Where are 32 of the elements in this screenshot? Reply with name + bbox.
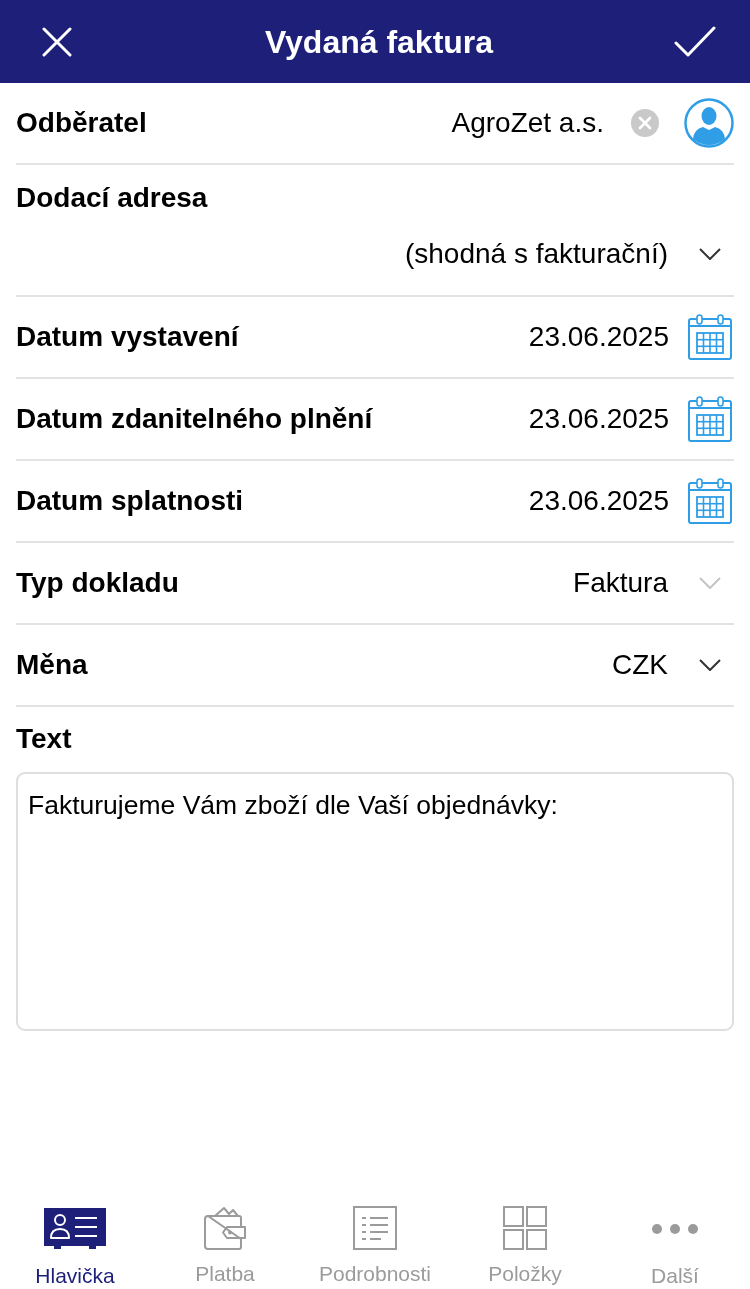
date-value[interactable]: 23.06.2025: [528, 320, 669, 354]
id-card-icon: [44, 1207, 106, 1251]
clear-icon[interactable]: [631, 109, 659, 137]
grid-icon: [503, 1206, 547, 1250]
field-label: Text: [16, 722, 73, 756]
select-value: Faktura: [573, 566, 668, 600]
more-icon: [652, 1223, 698, 1235]
date-value[interactable]: 23.06.2025: [528, 402, 669, 436]
chevron-down-icon[interactable]: [699, 248, 721, 260]
calendar-icon[interactable]: [688, 396, 732, 442]
check-icon[interactable]: [674, 25, 716, 58]
tab[interactable]: Hlavička: [0, 1206, 150, 1289]
avatar-icon[interactable]: [684, 98, 734, 148]
calendar-icon[interactable]: [688, 478, 732, 524]
field-label: Dodací adresa: [16, 181, 209, 215]
page-title: Vydaná faktura: [264, 22, 494, 62]
chevron-down-icon[interactable]: [699, 659, 721, 671]
wallet-icon: [203, 1206, 247, 1250]
close-icon[interactable]: [42, 26, 72, 57]
date-value[interactable]: 23.06.2025: [528, 484, 669, 518]
calendar-icon[interactable]: [688, 314, 732, 360]
text-area[interactable]: Fakturujeme Vám zboží dle Vaší objednávky:: [16, 772, 734, 1031]
field-label: Datum splatnosti: [16, 484, 244, 518]
list-icon: [353, 1206, 397, 1250]
field-label: Měna: [16, 648, 88, 682]
select-value[interactable]: CZK: [612, 648, 668, 682]
field-label: Odběratel: [16, 106, 147, 140]
field-label: Datum zdanitelného plnění: [16, 402, 373, 436]
field-label: Typ dokladu: [16, 566, 179, 600]
customer-name: AgroZet a.s.: [451, 106, 604, 140]
field-label: Datum vystavení: [16, 320, 239, 354]
select-value[interactable]: (shodná s fakturační): [404, 237, 668, 271]
